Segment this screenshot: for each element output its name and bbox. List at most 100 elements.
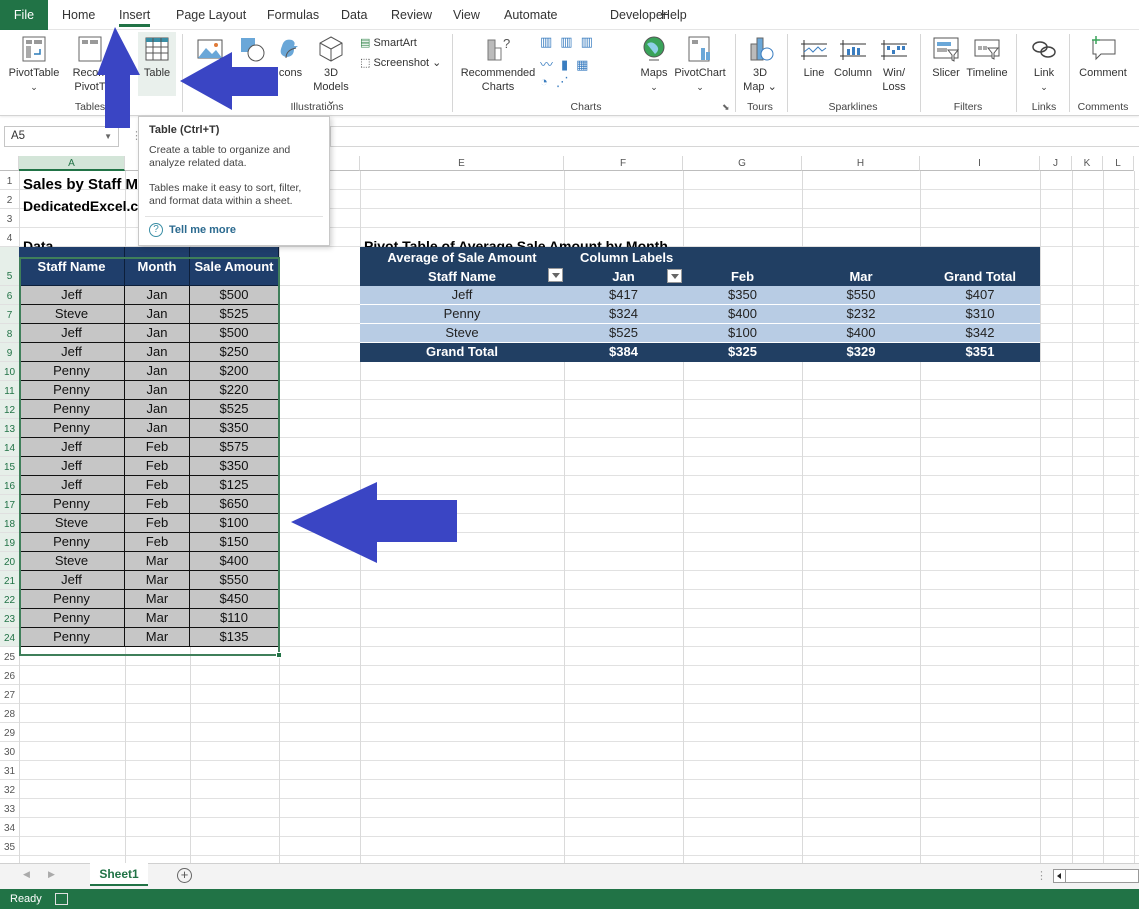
pivot-value-label[interactable]: Average of Sale Amount — [360, 249, 564, 267]
timeline-button[interactable]: Timeline — [964, 34, 1010, 80]
pivot-value-cell[interactable]: $525 — [564, 324, 683, 343]
row-header[interactable]: 30 — [0, 742, 19, 761]
shapes-button[interactable] — [234, 34, 270, 66]
data-table-cell[interactable]: Penny — [19, 628, 125, 647]
pivot-grand-total-cell[interactable]: $351 — [920, 343, 1040, 362]
data-table-cell[interactable]: Penny — [19, 400, 125, 419]
row-header[interactable]: 4 — [0, 228, 19, 247]
row-header[interactable]: 2 — [0, 190, 19, 209]
data-table-cell[interactable]: $350 — [190, 457, 279, 476]
data-table-cell[interactable]: Penny — [19, 495, 125, 514]
data-table-cell[interactable]: Mar — [125, 628, 190, 647]
comment-button[interactable]: Comment — [1074, 34, 1132, 80]
pivot-row-label[interactable]: Penny — [360, 305, 564, 324]
tab-view[interactable]: View — [443, 0, 490, 30]
pivot-row-field[interactable]: Staff Name — [360, 268, 564, 286]
data-table-header[interactable]: Staff Name — [19, 247, 125, 286]
data-table-cell[interactable]: Jeff — [19, 286, 125, 305]
icons-button[interactable]: Icons — [272, 34, 306, 80]
data-table-cell[interactable]: $125 — [190, 476, 279, 495]
row-header[interactable]: 35 — [0, 837, 19, 856]
data-table-cell[interactable]: $525 — [190, 305, 279, 324]
tab-formulas[interactable]: Formulas — [257, 0, 329, 30]
tab-splitter-icon[interactable]: ⋮ — [1036, 869, 1047, 882]
pivot-value-cell[interactable]: $232 — [802, 305, 920, 324]
row-header[interactable]: 28 — [0, 704, 19, 723]
row-header[interactable]: 16 — [0, 476, 19, 495]
data-table-cell[interactable]: $450 — [190, 590, 279, 609]
data-table-cell[interactable]: Jeff — [19, 324, 125, 343]
pictures-button[interactable]: Pi — [190, 34, 230, 80]
table-button[interactable]: Table — [138, 34, 176, 80]
row-header[interactable]: 13 — [0, 419, 19, 438]
macro-recording-icon[interactable] — [55, 893, 68, 905]
row-labels-filter-button[interactable] — [548, 268, 563, 282]
name-box[interactable]: A5 ▼ — [4, 126, 119, 147]
pivot-grand-total-label[interactable]: Grand Total — [360, 343, 564, 362]
column-header-h[interactable]: H — [802, 156, 920, 171]
tab-page-layout[interactable]: Page Layout — [166, 0, 256, 30]
charts-dialog-launcher-icon[interactable]: ⬊ — [722, 102, 730, 113]
select-all-corner[interactable] — [0, 156, 19, 171]
data-table-cell[interactable]: $100 — [190, 514, 279, 533]
data-table-cell[interactable]: Penny — [19, 590, 125, 609]
pivotchart-button[interactable]: PivotChart ⌄ — [672, 34, 728, 94]
data-table-cell[interactable]: Jeff — [19, 571, 125, 590]
row-header[interactable]: 33 — [0, 799, 19, 818]
data-table-cell[interactable]: Jan — [125, 381, 190, 400]
row-header[interactable]: 17 — [0, 495, 19, 514]
row-header[interactable]: 23 — [0, 609, 19, 628]
spreadsheet-grid[interactable]: A B C D E F G H I J K L 1234567891011121… — [0, 156, 1139, 863]
data-table-cell[interactable]: Jeff — [19, 438, 125, 457]
column-header-l[interactable]: L — [1103, 156, 1134, 171]
data-table-cell[interactable]: Jan — [125, 343, 190, 362]
data-table-cell[interactable]: Feb — [125, 457, 190, 476]
row-header[interactable]: 14 — [0, 438, 19, 457]
fill-handle[interactable] — [276, 652, 282, 658]
data-table-cell[interactable]: Penny — [19, 533, 125, 552]
row-header[interactable]: 7 — [0, 305, 19, 324]
3d-map-button[interactable]: 3D Map ⌄ — [740, 34, 780, 94]
pivot-value-cell[interactable]: $550 — [802, 286, 920, 305]
data-table-cell[interactable]: Penny — [19, 609, 125, 628]
data-table-cell[interactable]: $500 — [190, 324, 279, 343]
row-header[interactable]: 25 — [0, 647, 19, 666]
sparkline-winloss-button[interactable]: Win/Loss — [878, 34, 910, 94]
row-header[interactable]: 22 — [0, 590, 19, 609]
data-table-cell[interactable]: Jeff — [19, 476, 125, 495]
data-table-cell[interactable]: $525 — [190, 400, 279, 419]
row-header[interactable]: 11 — [0, 381, 19, 400]
row-header[interactable]: 29 — [0, 723, 19, 742]
pivot-value-cell[interactable]: $400 — [802, 324, 920, 343]
sparkline-line-button[interactable]: Line — [798, 34, 830, 80]
column-header-a[interactable]: A — [19, 156, 125, 171]
pivottable-button[interactable]: PivotTable ⌄ — [6, 34, 62, 94]
pivot-grand-total-cell[interactable]: $329 — [802, 343, 920, 362]
data-table-cell[interactable]: $350 — [190, 419, 279, 438]
pivot-value-cell[interactable]: $417 — [564, 286, 683, 305]
row-header[interactable]: 24 — [0, 628, 19, 647]
data-table-cell[interactable]: Mar — [125, 552, 190, 571]
data-table-cell[interactable]: Feb — [125, 438, 190, 457]
data-table-cell[interactable]: Penny — [19, 362, 125, 381]
row-header[interactable]: 18 — [0, 514, 19, 533]
horizontal-scrollbar[interactable] — [1053, 869, 1139, 883]
row-header[interactable]: 21 — [0, 571, 19, 590]
recommended-charts-button[interactable]: ? Recommended Charts — [458, 34, 538, 94]
pivot-row-label[interactable]: Steve — [360, 324, 564, 343]
pivot-column-header[interactable]: Feb — [683, 268, 802, 286]
tab-home[interactable]: Home — [52, 0, 105, 30]
data-table-cell[interactable]: $400 — [190, 552, 279, 571]
add-sheet-icon[interactable]: + — [177, 868, 192, 883]
pivot-column-labels[interactable]: Column Labels — [564, 249, 694, 267]
pivot-value-cell[interactable]: $324 — [564, 305, 683, 324]
data-table-cell[interactable]: Jeff — [19, 343, 125, 362]
data-table-cell[interactable]: Steve — [19, 552, 125, 571]
row-header[interactable]: 8 — [0, 324, 19, 343]
scroll-left-icon[interactable] — [1054, 870, 1066, 882]
data-table-cell[interactable]: $200 — [190, 362, 279, 381]
column-header-g[interactable]: G — [683, 156, 802, 171]
data-table-cell[interactable]: Feb — [125, 476, 190, 495]
tab-review[interactable]: Review — [381, 0, 442, 30]
data-table-cell[interactable]: $150 — [190, 533, 279, 552]
